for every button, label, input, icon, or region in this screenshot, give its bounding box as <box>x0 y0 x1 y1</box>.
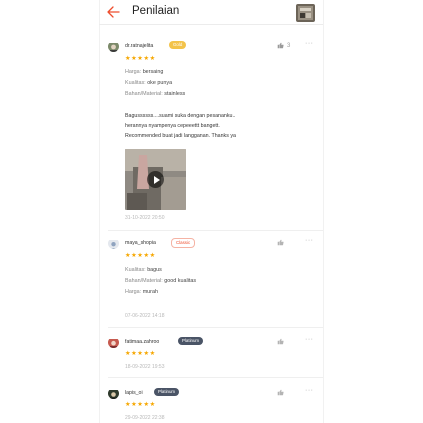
attribute-key: Bahan/Material: <box>125 91 163 97</box>
more-options-icon[interactable]: ··· <box>305 387 314 394</box>
review-text-line: Bagussssss....suami suka dengan pesanank… <box>125 113 236 119</box>
thumbs-up-icon <box>277 239 284 246</box>
review-text-line: Recommended buat jadi langganan. Thanks … <box>125 133 236 139</box>
attribute-value: bersaing <box>142 69 164 75</box>
thumbs-up-icon <box>277 389 284 396</box>
review-attribute: Harga: bersaing <box>125 69 163 75</box>
more-options-icon[interactable]: ··· <box>305 40 314 47</box>
review-text: Bagussssss....suami suka dengan pesanank… <box>125 111 305 141</box>
divider <box>108 230 324 231</box>
member-badge: Platinum <box>178 337 204 345</box>
divider <box>108 327 324 328</box>
product-thumbnail[interactable] <box>296 4 315 22</box>
like-button[interactable] <box>277 239 287 246</box>
like-button[interactable]: 3 <box>277 42 290 49</box>
member-badge: Platinum <box>154 388 180 396</box>
like-button[interactable] <box>277 338 287 345</box>
attribute-key: Harga: <box>125 289 142 295</box>
rating-stars: ★★★★★ <box>125 350 156 357</box>
attribute-value: stainless <box>164 91 186 97</box>
review-attribute: Harga: murah <box>125 289 158 295</box>
review-attribute: Bahan/Material: good kualitas <box>125 278 196 284</box>
header-bar: Penilaian <box>99 0 324 25</box>
page-title: Penilaian <box>132 5 180 17</box>
avatar[interactable] <box>108 238 119 249</box>
review-username[interactable]: fatimaa.zahroo <box>125 339 159 345</box>
review-attribute: Bahan/Material: stainless <box>125 91 185 97</box>
attribute-key: Harga: <box>125 69 142 75</box>
review-text-line: herannya nyampenya cepeeettt bangett. <box>125 123 220 129</box>
review-username[interactable]: lapis_oi <box>125 390 143 396</box>
more-options-icon[interactable]: ··· <box>305 336 314 343</box>
review-video[interactable] <box>125 149 186 210</box>
attribute-key: Bahan/Material: <box>125 278 163 284</box>
review-attribute: Kualitas: oke punya <box>125 80 172 86</box>
thumbs-up-icon <box>277 42 284 49</box>
review-attribute: Kualitas: bagus <box>125 267 162 273</box>
rating-stars: ★★★★★ <box>125 252 156 259</box>
member-badge: Classic <box>171 238 196 248</box>
review-date: 18-09-2022 19:53 <box>125 364 165 370</box>
review-date: 29-09-2022 22:38 <box>125 415 165 421</box>
rating-stars: ★★★★★ <box>125 401 156 408</box>
thumbs-up-icon <box>277 338 284 345</box>
attribute-key: Kualitas: <box>125 267 146 273</box>
attribute-value: oke punya <box>147 80 173 86</box>
avatar[interactable] <box>108 41 119 52</box>
attribute-value: bagus <box>147 267 162 273</box>
play-icon[interactable] <box>147 171 164 188</box>
avatar[interactable] <box>108 337 119 348</box>
attribute-value: good kualitas <box>164 278 197 284</box>
divider <box>108 377 324 378</box>
like-button[interactable] <box>277 389 287 396</box>
avatar[interactable] <box>108 388 119 399</box>
back-arrow-icon[interactable] <box>106 5 120 19</box>
member-badge: Gold <box>169 41 187 49</box>
reviews-screen: Penilaian dr.ratnajelita Gold 3 ··· ★★★★… <box>99 0 324 423</box>
more-options-icon[interactable]: ··· <box>305 237 314 244</box>
review-username[interactable]: dr.ratnajelita <box>125 43 153 49</box>
review-username[interactable]: maya_shopia <box>125 240 156 246</box>
like-count: 3 <box>287 42 291 49</box>
rating-stars: ★★★★★ <box>125 55 156 62</box>
review-date: 31-10-2022 20:50 <box>125 215 165 221</box>
attribute-value: murah <box>142 289 158 295</box>
review-date: 07-06-2022 14:18 <box>125 313 165 319</box>
attribute-key: Kualitas: <box>125 80 146 86</box>
